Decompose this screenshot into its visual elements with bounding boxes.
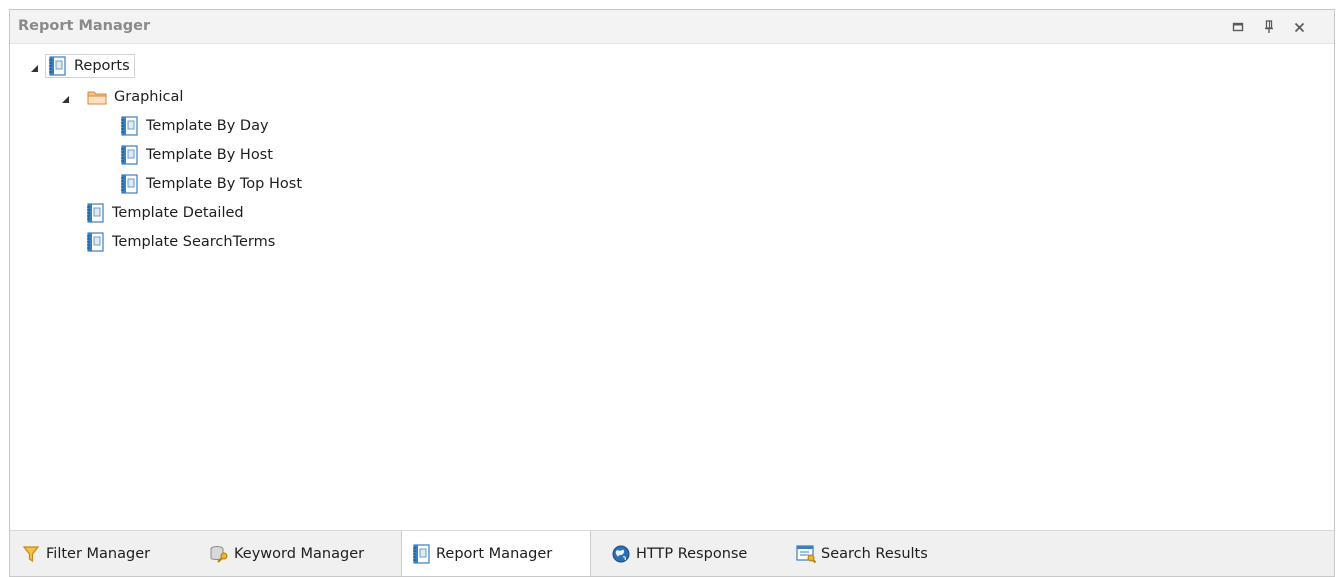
- tree-node-template-by-top-host[interactable]: Template By Top Host: [118, 172, 302, 196]
- tree-node-label: Template By Day: [146, 118, 269, 134]
- pin-icon: [1265, 20, 1273, 33]
- report-icon: [84, 231, 106, 253]
- report-tree: Reports Graphical Template By Day Templa…: [10, 44, 1334, 530]
- expand-arrow-icon[interactable]: [60, 94, 70, 104]
- tree-node-label: Template By Top Host: [146, 176, 303, 192]
- report-icon: [410, 543, 432, 565]
- tree-node-label: Template Detailed: [112, 205, 244, 221]
- report-icon: [84, 202, 106, 224]
- panel-tab-strip: Filter Manager Keyword Manager Report Ma…: [10, 530, 1334, 576]
- tab-label: Filter Manager: [46, 545, 151, 562]
- tab-filter-manager[interactable]: Filter Manager: [12, 531, 192, 576]
- tab-label: Report Manager: [436, 545, 553, 562]
- globe-icon: [610, 543, 632, 565]
- report-icon: [118, 115, 140, 137]
- report-icon: [118, 144, 140, 166]
- report-manager-panel: Report Manager Reports Graphical Templat…: [9, 9, 1335, 577]
- tree-node-label: Graphical: [114, 89, 184, 105]
- tab-http-response[interactable]: HTTP Response: [602, 531, 782, 576]
- tree-node-template-by-day[interactable]: Template By Day: [118, 114, 269, 138]
- filter-icon: [20, 543, 42, 565]
- tree-node-label: Template By Host: [146, 147, 273, 163]
- tree-node-graphical[interactable]: Graphical: [86, 85, 183, 109]
- maximize-icon: [1232, 22, 1244, 32]
- report-icon: [118, 173, 140, 195]
- panel-title: Report Manager: [18, 18, 151, 34]
- expand-arrow-icon[interactable]: [29, 63, 39, 73]
- tab-label: Keyword Manager: [234, 545, 365, 562]
- search-results-icon: [795, 543, 817, 565]
- pin-button[interactable]: [1262, 20, 1276, 34]
- tree-node-template-searchterms[interactable]: Template SearchTerms: [84, 230, 275, 254]
- tree-node-label: Template SearchTerms: [112, 234, 276, 250]
- close-icon: [1294, 22, 1304, 32]
- tab-label: HTTP Response: [636, 545, 748, 562]
- keyword-icon: [208, 543, 230, 565]
- tree-node-template-detailed[interactable]: Template Detailed: [84, 201, 244, 225]
- folder-icon: [86, 86, 108, 108]
- tab-label: Search Results: [821, 545, 928, 562]
- tab-search-results[interactable]: Search Results: [787, 531, 977, 576]
- tab-report-manager[interactable]: Report Manager: [401, 531, 591, 576]
- report-icon: [46, 55, 68, 77]
- tree-node-template-by-host[interactable]: Template By Host: [118, 143, 273, 167]
- panel-titlebar[interactable]: Report Manager: [10, 10, 1334, 44]
- close-button[interactable]: [1292, 20, 1306, 34]
- tab-keyword-manager[interactable]: Keyword Manager: [200, 531, 400, 576]
- tree-node-reports[interactable]: Reports: [45, 54, 135, 78]
- maximize-button[interactable]: [1231, 20, 1245, 34]
- tree-node-label: Reports: [74, 58, 130, 74]
